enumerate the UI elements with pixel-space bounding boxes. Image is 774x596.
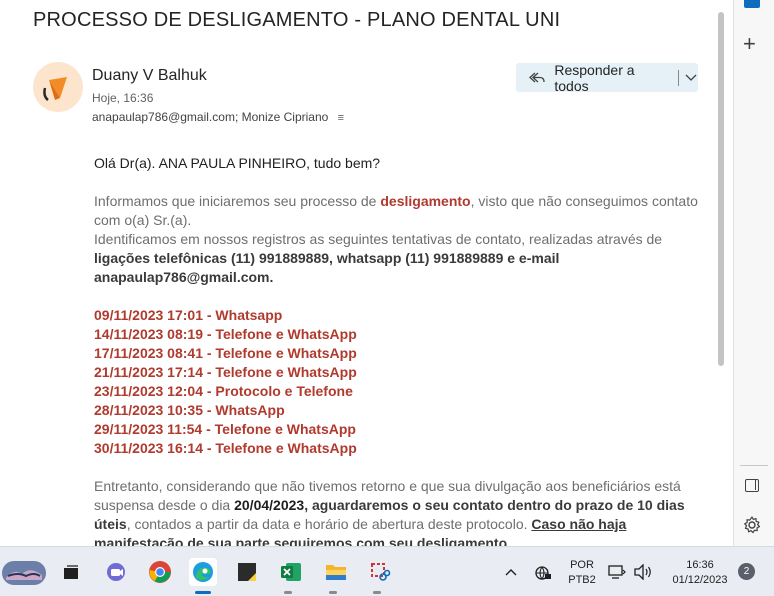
side-panel-icon[interactable] bbox=[745, 479, 759, 492]
reply-all-icon bbox=[528, 69, 545, 87]
edge-icon[interactable] bbox=[189, 558, 217, 586]
rail-divider bbox=[740, 465, 768, 466]
list-item: 21/11/2023 17:14 - Telefone e WhatsApp bbox=[94, 364, 357, 380]
contact-attempts-list: 09/11/2023 17:01 - Whatsapp 14/11/2023 0… bbox=[94, 306, 704, 458]
paragraph-1: Informamos que iniciaremos seu processo … bbox=[94, 193, 698, 228]
file-explorer-icon[interactable] bbox=[322, 558, 350, 586]
weather-widget[interactable] bbox=[0, 558, 48, 588]
list-item: 17/11/2023 08:41 - Telefone e WhatsApp bbox=[94, 345, 357, 361]
paragraph-2: Identificamos em nossos registros as seg… bbox=[94, 231, 663, 285]
desligamento-highlight: desligamento bbox=[380, 193, 471, 209]
email-body: Olá Dr(a). ANA PAULA PINHEIRO, tudo bem?… bbox=[94, 154, 704, 546]
paragraph-3: Entretanto, considerando que não tivemos… bbox=[94, 477, 704, 546]
sent-time: Hoje, 16:36 bbox=[92, 91, 154, 105]
scrollbar-thumb[interactable] bbox=[718, 12, 724, 366]
outlook-app-icon[interactable] bbox=[744, 0, 760, 8]
windows-taskbar: POR PTB2 16:36 01/12/2023 bbox=[0, 546, 774, 596]
active-app-indicator bbox=[195, 591, 211, 594]
chrome-icon[interactable] bbox=[146, 558, 174, 586]
open-app-indicator bbox=[284, 591, 292, 594]
gear-icon[interactable] bbox=[742, 515, 762, 535]
snipping-tool-icon[interactable] bbox=[366, 558, 394, 586]
recipients-line: anapaulap786@gmail.com; Monize Cipriano … bbox=[92, 110, 344, 124]
reply-divider bbox=[677, 69, 679, 86]
recipients-text: anapaulap786@gmail.com; Monize Cipriano bbox=[92, 110, 329, 124]
open-app-indicator bbox=[329, 591, 337, 594]
monitor-icon[interactable] bbox=[606, 558, 628, 586]
input-language[interactable]: POR PTB2 bbox=[566, 558, 598, 588]
system-clock[interactable]: 16:36 01/12/2023 bbox=[664, 558, 736, 588]
clock-date: 01/12/2023 bbox=[672, 574, 728, 586]
list-item: 30/11/2023 16:14 - Telefone e WhatsApp bbox=[94, 440, 357, 456]
greeting: Olá Dr(a). ANA PAULA PINHEIRO, tudo bem? bbox=[94, 155, 381, 171]
list-item: 23/11/2023 12:04 - Protocolo e Telefone bbox=[94, 383, 353, 399]
sticky-notes-icon[interactable] bbox=[233, 558, 261, 586]
list-item: 14/11/2023 08:19 - Telefone e WhatsApp bbox=[94, 326, 357, 342]
add-icon[interactable]: + bbox=[743, 33, 756, 55]
chevron-down-icon[interactable] bbox=[685, 71, 699, 85]
task-view-icon[interactable] bbox=[57, 558, 85, 586]
reply-all-button[interactable]: Responder a todos bbox=[516, 61, 699, 94]
sender-avatar[interactable] bbox=[33, 62, 83, 112]
list-item: 29/11/2023 11:54 - Telefone e WhatsApp bbox=[94, 421, 356, 437]
chevron-up-icon[interactable] bbox=[500, 558, 522, 586]
list-item: 09/11/2023 17:01 - Whatsapp bbox=[94, 307, 283, 323]
list-item: 28/11/2023 10:35 - WhatsApp bbox=[94, 402, 285, 418]
open-app-indicator bbox=[373, 591, 381, 594]
teams-chat-icon[interactable] bbox=[102, 558, 130, 586]
contact-info: ligações telefônicas (11) 991889889, wha… bbox=[94, 250, 560, 285]
email-subject: PROCESSO DE DESLIGAMENTO - PLANO DENTAL … bbox=[33, 9, 561, 31]
network-icon[interactable] bbox=[530, 558, 556, 586]
sender-name[interactable]: Duany V Balhuk bbox=[92, 67, 207, 85]
notification-badge[interactable]: 2 bbox=[738, 563, 755, 580]
keyboard-layout: PTB2 bbox=[568, 574, 596, 586]
reply-all-label: Responder a todos bbox=[554, 61, 635, 94]
volume-icon[interactable] bbox=[631, 558, 655, 586]
language-code: POR bbox=[570, 559, 594, 571]
email-reading-pane: PROCESSO DE DESLIGAMENTO - PLANO DENTAL … bbox=[0, 0, 733, 546]
suspension-date: 20/04/2023 bbox=[234, 497, 305, 513]
expand-recipients-icon[interactable]: ≡ bbox=[338, 112, 344, 124]
clock-time: 16:36 bbox=[686, 559, 714, 571]
excel-icon[interactable] bbox=[277, 558, 305, 586]
